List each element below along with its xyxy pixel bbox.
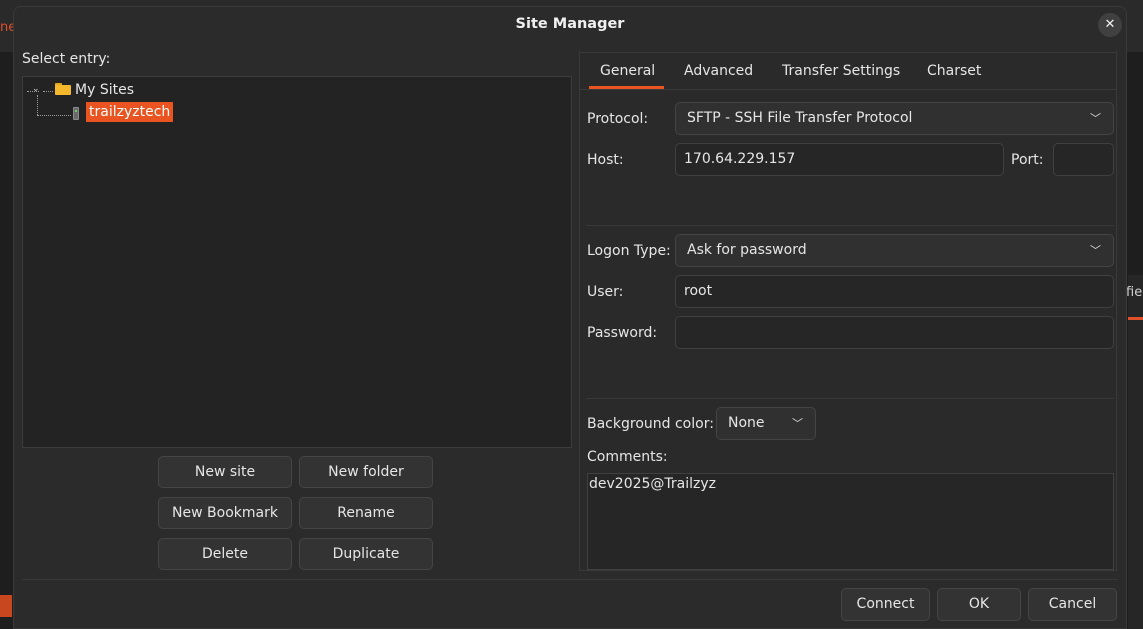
tree-connector bbox=[43, 91, 53, 92]
background-color-select[interactable]: None ﹀ bbox=[716, 407, 816, 440]
tab-transfer-settings[interactable]: Transfer Settings bbox=[782, 63, 900, 79]
background-color-label: Background color: bbox=[587, 416, 714, 432]
delete-button[interactable]: Delete bbox=[158, 538, 292, 570]
protocol-value: SFTP - SSH File Transfer Protocol bbox=[687, 110, 913, 126]
tree-item-trailzyztech[interactable]: trailzyztech bbox=[86, 102, 174, 122]
titlebar: Site Manager ✕ bbox=[14, 7, 1126, 43]
chevron-down-icon: ﹀ bbox=[1090, 112, 1101, 125]
protocol-select[interactable]: SFTP - SSH File Transfer Protocol ﹀ bbox=[675, 102, 1114, 135]
tab-advanced[interactable]: Advanced bbox=[684, 63, 753, 79]
close-icon[interactable]: ✕ bbox=[1098, 13, 1122, 37]
footer-divider bbox=[22, 579, 1118, 580]
password-label: Password: bbox=[587, 325, 658, 341]
background-app-panel bbox=[1128, 275, 1143, 629]
chevron-down-icon[interactable]: ⌄ bbox=[32, 84, 40, 94]
new-site-button[interactable]: New site bbox=[158, 456, 292, 488]
password-input[interactable] bbox=[675, 316, 1114, 349]
section-divider bbox=[586, 225, 1114, 226]
connect-button[interactable]: Connect bbox=[841, 588, 930, 621]
port-input[interactable] bbox=[1053, 143, 1114, 176]
duplicate-button[interactable]: Duplicate bbox=[299, 538, 433, 570]
user-input[interactable]: root bbox=[675, 275, 1114, 308]
tree-connector bbox=[37, 115, 71, 116]
rename-button[interactable]: Rename bbox=[299, 497, 433, 529]
tab-strip-border bbox=[580, 89, 1116, 90]
chevron-down-icon: ﹀ bbox=[792, 417, 803, 430]
background-app-text-right: fie bbox=[1126, 285, 1143, 300]
dialog-title: Site Manager bbox=[515, 16, 625, 32]
user-label: User: bbox=[587, 284, 624, 300]
tab-charset[interactable]: Charset bbox=[927, 63, 981, 79]
logon-type-select[interactable]: Ask for password ﹀ bbox=[675, 234, 1114, 267]
site-manager-dialog: Site Manager ✕ Select entry: ⌄ My Sites … bbox=[13, 6, 1127, 629]
host-label: Host: bbox=[587, 152, 624, 168]
protocol-label: Protocol: bbox=[587, 111, 649, 127]
server-icon bbox=[73, 107, 79, 120]
port-label: Port: bbox=[1011, 152, 1044, 168]
logon-type-label: Logon Type: bbox=[587, 243, 671, 259]
background-app-accent bbox=[1128, 317, 1143, 320]
chevron-down-icon: ﹀ bbox=[1090, 244, 1101, 257]
background-app-text: ne bbox=[0, 20, 14, 35]
site-settings-panel: General Advanced Transfer Settings Chars… bbox=[579, 52, 1117, 571]
cancel-button[interactable]: Cancel bbox=[1028, 588, 1117, 621]
host-input[interactable]: 170.64.229.157 bbox=[675, 143, 1004, 176]
comments-textarea[interactable]: dev2025@Trailzyz bbox=[587, 473, 1114, 570]
section-divider bbox=[586, 398, 1114, 399]
tab-general[interactable]: General bbox=[600, 63, 655, 79]
ok-button[interactable]: OK bbox=[937, 588, 1021, 621]
folder-icon bbox=[55, 83, 71, 95]
tree-item-my-sites[interactable]: My Sites bbox=[75, 82, 134, 98]
logon-type-value: Ask for password bbox=[687, 242, 807, 258]
background-color-value: None bbox=[728, 415, 765, 431]
comments-label: Comments: bbox=[587, 449, 668, 465]
tree-connector bbox=[37, 95, 38, 115]
site-tree[interactable]: ⌄ My Sites trailzyztech bbox=[22, 76, 572, 448]
new-bookmark-button[interactable]: New Bookmark bbox=[158, 497, 292, 529]
select-entry-label: Select entry: bbox=[22, 51, 111, 67]
background-app-button bbox=[0, 595, 12, 617]
new-folder-button[interactable]: New folder bbox=[299, 456, 433, 488]
